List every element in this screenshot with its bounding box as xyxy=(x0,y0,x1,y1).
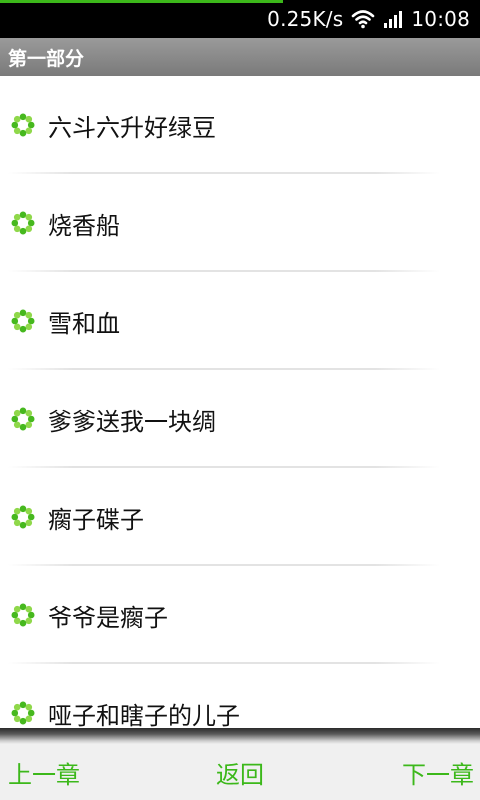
chapter-title: 哑子和瞎子的儿子 xyxy=(48,701,240,729)
section-title: 第一部分 xyxy=(8,47,85,70)
chapter-item[interactable]: 哑子和瞎子的儿子 xyxy=(0,664,480,728)
chapter-title: 烧香船 xyxy=(48,211,120,240)
loading-progress-bar xyxy=(0,0,284,3)
chapter-list: 六斗六升好绿豆 烧香船雪和血爹爹送我一块绸 瘸子碟子爷爷是瘸子哑子和瞎子的儿子 xyxy=(0,76,480,728)
clock: 10:08 xyxy=(411,7,470,31)
green-flower-bullet-icon xyxy=(11,701,35,725)
green-flower-bullet-icon xyxy=(11,211,35,235)
bottom-navigation-bar: 上一章 返回 下一章 xyxy=(0,728,480,800)
status-indicators: 0.25K/s 10:08 xyxy=(267,0,470,38)
status-bar: 0.25K/s 10:08 xyxy=(0,0,480,38)
chapter-title: 爷爷是瘸子 xyxy=(48,603,168,632)
green-flower-bullet-icon xyxy=(11,603,35,627)
network-speed: 0.25K/s xyxy=(267,7,344,31)
green-flower-bullet-icon xyxy=(11,505,35,529)
chapter-title: 六斗六升好绿豆 xyxy=(48,113,216,142)
chapter-item[interactable]: 爷爷是瘸子 xyxy=(0,566,480,664)
previous-chapter-button[interactable]: 上一章 xyxy=(8,744,80,800)
chapter-title: 瘸子碟子 xyxy=(48,505,144,534)
chapter-item[interactable]: 烧香船 xyxy=(0,174,480,272)
section-header: 第一部分 xyxy=(0,38,480,76)
chapter-title: 雪和血 xyxy=(48,309,120,338)
chapter-item[interactable]: 六斗六升好绿豆 xyxy=(0,76,480,174)
wifi-icon xyxy=(352,10,375,29)
chapter-title: 爹爹送我一块绸 xyxy=(48,407,216,436)
back-button[interactable]: 返回 xyxy=(216,755,264,790)
green-flower-bullet-icon xyxy=(11,407,35,431)
signal-icon xyxy=(384,11,403,28)
chapter-item[interactable]: 爹爹送我一块绸 xyxy=(0,370,480,468)
next-chapter-button[interactable]: 下一章 xyxy=(402,744,474,800)
green-flower-bullet-icon xyxy=(11,309,35,333)
chapter-item[interactable]: 瘸子碟子 xyxy=(0,468,480,566)
chapter-item[interactable]: 雪和血 xyxy=(0,272,480,370)
green-flower-bullet-icon xyxy=(11,113,35,137)
